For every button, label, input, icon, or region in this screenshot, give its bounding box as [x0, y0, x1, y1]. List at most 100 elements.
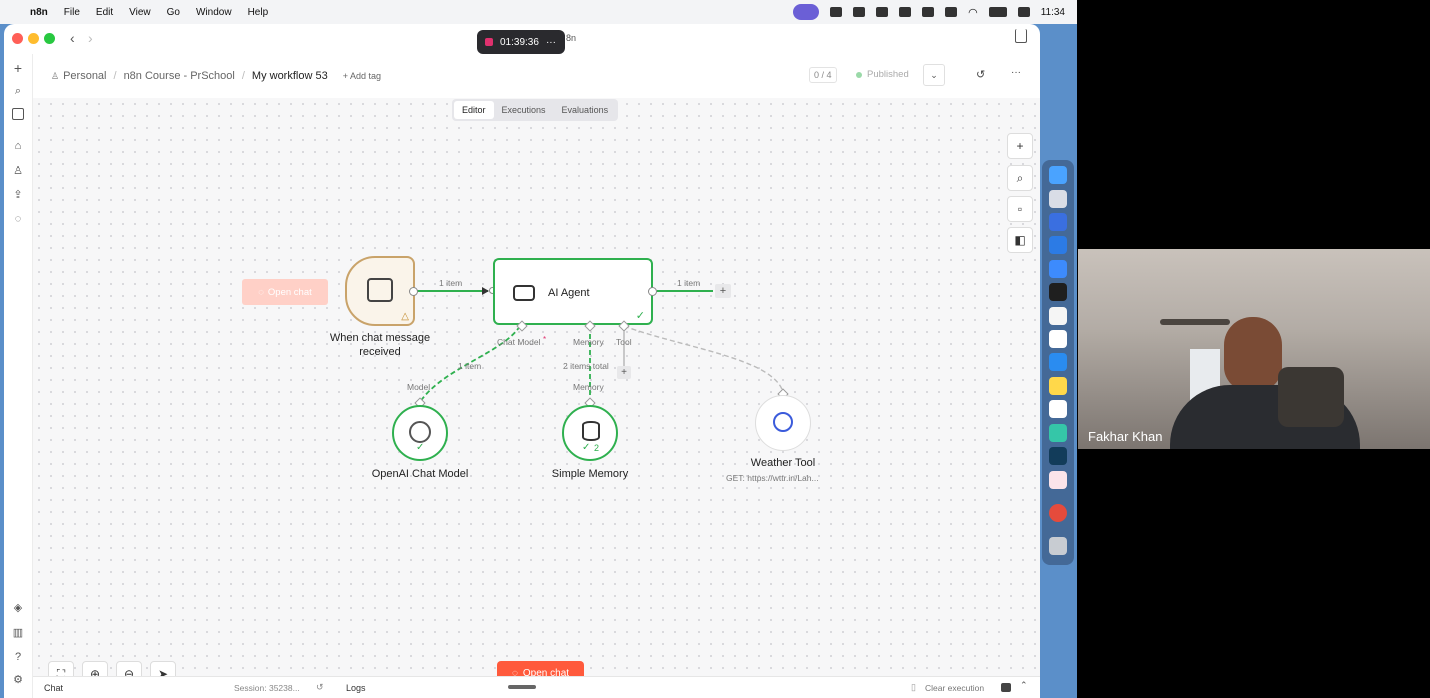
close-window-icon[interactable] [12, 33, 23, 44]
share-icon[interactable] [1015, 29, 1027, 43]
cloud-icon[interactable] [922, 7, 935, 17]
breadcrumb-personal[interactable]: Personal [63, 70, 106, 82]
open-chat-inline-button[interactable]: ◌ Open chat [242, 279, 328, 305]
openai-chat-model-node[interactable]: ✓ [392, 405, 448, 461]
dock-activity-icon[interactable] [1049, 283, 1067, 301]
wifi-icon[interactable]: ◠ [968, 6, 978, 19]
chat-panel-tab[interactable]: Chat [44, 683, 63, 693]
collapse-panel-icon[interactable]: ⌃ [1020, 680, 1028, 691]
panel-icon[interactable] [12, 108, 24, 120]
agent-output-handle[interactable] [648, 287, 657, 296]
dock-mail-icon[interactable] [1049, 260, 1067, 278]
menu-edit[interactable]: Edit [96, 7, 113, 18]
panel-layout-icon[interactable] [1001, 683, 1011, 692]
panel-toggle-button[interactable]: ◧ [1007, 227, 1033, 253]
chat-icon[interactable]: ◌ [12, 213, 24, 225]
robot-icon [513, 285, 535, 301]
menu-file[interactable]: File [64, 7, 80, 18]
status-icon-f[interactable] [899, 7, 912, 17]
home-icon[interactable]: ⌂ [12, 140, 24, 152]
canvas-search-button[interactable]: ⌕ [1007, 165, 1033, 191]
weather-tool-node[interactable] [755, 395, 811, 451]
dock-outlook-icon[interactable] [1049, 236, 1067, 254]
panel-drag-handle[interactable] [508, 685, 536, 689]
add-tool-button[interactable]: + [617, 366, 631, 379]
add-tag-button[interactable]: + Add tag [343, 71, 381, 81]
database-icon [582, 421, 600, 441]
openai-icon [409, 421, 431, 443]
menu-go[interactable]: Go [167, 7, 180, 18]
logs-panel-tab[interactable]: Logs [346, 683, 366, 693]
dock [1042, 160, 1074, 565]
battery-icon[interactable] [988, 7, 1007, 17]
templates-icon[interactable]: ◈ [12, 602, 24, 614]
fit-view-button[interactable]: ⛶ [48, 661, 74, 676]
clock[interactable]: 11:34 [1041, 7, 1065, 18]
left-sidebar: + ⌕ ⌂ ♙ ⇪ ◌ ◈ ▥ ? ⚙ [4, 54, 33, 698]
dock-app-red-icon[interactable] [1049, 307, 1067, 325]
add-node-button[interactable]: + [1007, 133, 1033, 159]
help-icon[interactable]: ? [12, 651, 24, 663]
menubar-app-name[interactable]: n8n [30, 7, 48, 18]
dock-calendar-icon[interactable] [1049, 330, 1067, 348]
menu-view[interactable]: View [129, 7, 151, 18]
trigger-node[interactable]: △ [345, 256, 415, 326]
workflow-canvas[interactable]: Editor Executions Evaluations ◌ Open cha… [33, 98, 1040, 676]
dock-slack-icon[interactable] [1049, 400, 1067, 418]
cursor-mode-button[interactable]: ➤ [150, 661, 176, 676]
insights-icon[interactable]: ▥ [12, 627, 24, 639]
workflow-name[interactable]: My workflow 53 [252, 70, 328, 82]
forward-icon[interactable]: › [88, 30, 93, 46]
status-icon-h[interactable] [830, 7, 843, 17]
zoom-out-button[interactable]: ⊖ [116, 661, 142, 676]
memory-badge: 2 [594, 443, 600, 453]
recording-pill[interactable]: 01:39:36 ··· [477, 30, 565, 54]
more-options-button[interactable]: ··· [1011, 67, 1021, 78]
zoom-in-button[interactable]: ⊕ [82, 661, 108, 676]
dock-chrome-icon[interactable] [1049, 424, 1067, 442]
user-icon[interactable]: ♙ [12, 165, 24, 177]
control-center-icon[interactable] [1017, 7, 1030, 17]
search-icon[interactable]: ⌕ [12, 85, 24, 97]
trigger-output-handle[interactable] [409, 287, 418, 296]
menu-help[interactable]: Help [248, 7, 269, 18]
back-icon[interactable]: ‹ [70, 30, 75, 46]
recording-time: 01:39:36 [500, 36, 539, 48]
upload-icon[interactable]: ⇪ [12, 189, 24, 201]
dock-safari-icon[interactable] [1049, 353, 1067, 371]
menu-window[interactable]: Window [196, 7, 232, 18]
published-status[interactable]: Published [867, 69, 909, 80]
title-app-suffix: 8n [566, 33, 577, 43]
add-node-after-button[interactable]: + [715, 284, 731, 298]
open-chat-inline-label: Open chat [267, 286, 312, 298]
workflow-counter[interactable]: 0 / 4 [809, 67, 837, 83]
status-icon-chart[interactable] [853, 7, 866, 17]
trash-icon[interactable]: ▯ [911, 682, 916, 693]
ai-agent-node[interactable]: AI Agent ✓ [493, 258, 653, 325]
reset-session-icon[interactable]: ↺ [316, 682, 324, 693]
dock-app-recorder-icon[interactable] [1049, 504, 1067, 522]
dock-app-blue-icon[interactable] [1049, 213, 1067, 231]
chat-model-port-label: Chat Model [497, 337, 541, 347]
simple-memory-node[interactable]: ✓ 2 [562, 405, 618, 461]
dock-app-dark-icon[interactable] [1049, 447, 1067, 465]
dock-trash-icon[interactable] [1049, 537, 1067, 555]
publish-dropdown-button[interactable]: ⌄ [923, 64, 945, 86]
zoom-window-icon[interactable] [44, 33, 55, 44]
add-icon[interactable]: + [12, 61, 24, 75]
sticky-note-button[interactable]: ▫ [1007, 196, 1033, 222]
recording-more-icon[interactable]: ··· [546, 37, 556, 48]
settings-icon[interactable]: ⚙ [12, 674, 24, 686]
minimize-window-icon[interactable] [28, 33, 39, 44]
dock-notes-icon[interactable] [1049, 377, 1067, 395]
clear-execution-button[interactable]: Clear execution [925, 683, 984, 693]
dock-app-pink-icon[interactable] [1049, 471, 1067, 489]
history-icon[interactable]: ↺ [976, 68, 985, 81]
dock-launchpad-icon[interactable] [1049, 190, 1067, 208]
cloud-check-icon[interactable] [876, 7, 889, 17]
dock-finder-icon[interactable] [1049, 166, 1067, 184]
screen-share-icon[interactable] [793, 4, 820, 20]
breadcrumb-project[interactable]: n8n Course - PrSchool [124, 70, 235, 82]
display-icon[interactable] [945, 7, 958, 17]
open-chat-button[interactable]: ◌ Open chat [497, 661, 584, 676]
